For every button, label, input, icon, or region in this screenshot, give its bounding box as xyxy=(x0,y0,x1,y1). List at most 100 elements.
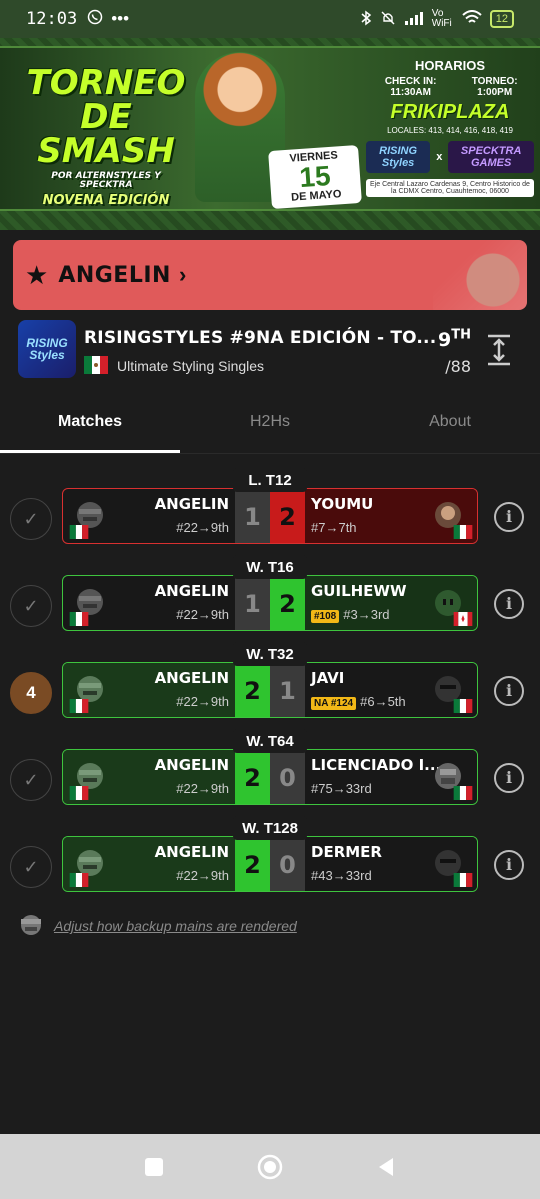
canada-flag-icon xyxy=(453,612,473,626)
player1-score: 2 xyxy=(235,750,270,804)
player1-name: ANGELIN xyxy=(154,582,229,600)
player2-name: JAVI xyxy=(311,669,345,687)
expand-icon[interactable] xyxy=(486,334,512,366)
match-info-icon[interactable]: i xyxy=(494,763,524,793)
match-card[interactable]: ANGELIN #22→9th 2 0 DERMER #43→33rd xyxy=(62,836,478,892)
mexico-flag-icon xyxy=(69,525,89,539)
clock: 12:03 xyxy=(26,9,78,29)
player2-score: 1 xyxy=(270,663,305,717)
tab-about[interactable]: About xyxy=(360,390,540,453)
bluetooth-icon xyxy=(360,10,372,29)
banner-schedule: HORARIOS CHECK IN: 11:30AM TORNEO: 1:00P… xyxy=(366,58,534,197)
mute-icon xyxy=(380,10,396,29)
player2-seed: #6→5th xyxy=(360,694,406,709)
match-row: W. T64 ✓ ANGELIN #22→9th 2 0 LICENCIADO … xyxy=(0,729,540,805)
match-card[interactable]: ANGELIN #22→9th 1 2 GUILHEWW #108 #3→3rd xyxy=(62,575,478,631)
player1-name: ANGELIN xyxy=(154,669,229,687)
banner-locales: LOCALES: 413, 414, 416, 418, 419 xyxy=(387,126,513,135)
player2-score: 0 xyxy=(270,750,305,804)
system-nav-bar xyxy=(0,1134,540,1199)
player1-seed: #22→9th xyxy=(176,868,229,883)
completed-check-icon: ✓ xyxy=(10,759,52,801)
banner-date: VIERNES 15 DE MAYO xyxy=(268,144,362,210)
match-info-icon[interactable]: i xyxy=(494,850,524,880)
event-name: Ultimate Styling Singles xyxy=(117,358,265,374)
ranking-tag: #108 xyxy=(311,610,340,623)
whatsapp-icon xyxy=(87,9,103,30)
signal-icon xyxy=(404,11,424,28)
risingstyles-logo: RISING Styles xyxy=(366,141,431,173)
player1-score: 1 xyxy=(235,576,270,630)
ranking-tag: NA #124 xyxy=(311,697,357,710)
character-head-icon xyxy=(21,915,41,935)
banner-checkin: CHECK IN: 11:30AM xyxy=(384,76,437,98)
match-row: W. T16 ✓ ANGELIN #22→9th 1 2 GUILHEWW #1… xyxy=(0,555,540,631)
vowifi-label: Vo WiFi xyxy=(431,8,452,29)
banner-title-block: TORNEO DE SMASH POR ALTERNSTYLES Y SPECK… xyxy=(26,66,186,207)
match-card[interactable]: ANGELIN #22→9th 2 0 LICENCIADO I... #75→… xyxy=(62,749,478,805)
player2-seed: #7→7th xyxy=(311,520,357,535)
tab-h2hs[interactable]: H2Hs xyxy=(180,390,360,453)
status-bar: 12:03 ••• Vo WiFi 12 xyxy=(0,0,540,38)
wifi-icon xyxy=(462,9,482,29)
mexico-flag-icon xyxy=(69,699,89,713)
backup-mains-setting: Adjust how backup mains are rendered xyxy=(18,912,297,940)
player2-seed: #43→33rd xyxy=(311,868,372,883)
battery-indicator: 12 xyxy=(489,10,514,28)
round-label: W. T64 xyxy=(233,729,307,753)
banner-edition: NOVENA EDICIÓN xyxy=(42,193,170,208)
tournament-logo: RISING Styles xyxy=(18,320,76,378)
player1-name: ANGELIN xyxy=(154,495,229,513)
player2-seed: #3→3rd xyxy=(343,607,390,622)
completed-check-icon: ✓ xyxy=(10,498,52,540)
adjust-backup-mains-link[interactable]: Adjust how backup mains are rendered xyxy=(54,918,297,934)
mexico-flag-icon xyxy=(69,786,89,800)
specktra-logo: SPECKTRA GAMES xyxy=(448,141,534,173)
banner-venue: FRIKIPLAZA xyxy=(390,101,510,123)
banner-schedule-title: HORARIOS xyxy=(414,58,486,73)
player2-name: DERMER xyxy=(311,843,382,861)
match-row: W. T32 4 ANGELIN #22→9th 2 1 JAVI NA #12… xyxy=(0,642,540,718)
player1-name: ANGELIN xyxy=(154,756,229,774)
more-notifications-icon: ••• xyxy=(111,9,130,28)
player1-score: 2 xyxy=(235,663,270,717)
completed-check-icon: ✓ xyxy=(10,846,52,888)
player2-name: YOUMU xyxy=(311,495,374,513)
tab-matches[interactable]: Matches xyxy=(0,390,180,453)
player2-score: 0 xyxy=(270,837,305,891)
match-info-icon[interactable]: i xyxy=(494,676,524,706)
tournament-banner[interactable]: TORNEO DE SMASH POR ALTERNSTYLES Y SPECK… xyxy=(0,38,540,230)
mexico-flag-icon xyxy=(69,873,89,887)
home-icon[interactable] xyxy=(257,1154,283,1180)
player-portrait xyxy=(433,240,527,310)
player1-seed: #22→9th xyxy=(176,781,229,796)
round-label: W. T16 xyxy=(233,555,307,579)
player2-name: LICENCIADO I... xyxy=(311,756,442,774)
player1-seed: #22→9th xyxy=(176,694,229,709)
banner-title: TORNEO DE SMASH xyxy=(26,63,186,171)
completed-check-icon: ✓ xyxy=(10,585,52,627)
placement: 9TH /88 xyxy=(438,328,471,376)
player-header[interactable]: ★ ANGELIN › xyxy=(13,240,527,310)
banner-x: x xyxy=(436,151,443,163)
mexico-flag-icon xyxy=(453,786,473,800)
banner-address: Eje Central Lazaro Cardenas 9, Centro Hi… xyxy=(366,179,534,197)
placement-value: 9 xyxy=(438,329,452,352)
match-count-badge: 4 xyxy=(10,672,52,714)
match-card[interactable]: ANGELIN #22→9th 2 1 JAVI NA #124 #6→5th xyxy=(62,662,478,718)
mexico-flag-icon xyxy=(69,612,89,626)
tab-bar: Matches H2Hs About xyxy=(0,390,540,454)
player-name: ANGELIN xyxy=(58,262,171,288)
banner-subtitle: POR ALTERNSTYLES Y SPECKTRA xyxy=(51,171,161,190)
match-info-icon[interactable]: i xyxy=(494,589,524,619)
recents-icon[interactable] xyxy=(143,1156,165,1178)
match-card[interactable]: ANGELIN #22→9th 1 2 YOUMU #7→7th xyxy=(62,488,478,544)
player1-seed: #22→9th xyxy=(176,607,229,622)
round-label: W. T128 xyxy=(233,816,307,840)
back-icon[interactable] xyxy=(375,1156,397,1178)
player2-seed: #75→33rd xyxy=(311,781,372,796)
player2-name: GUILHEWW xyxy=(311,582,407,600)
tournament-header: RISING Styles RISINGSTYLES #9NA EDICIÓN … xyxy=(0,318,540,388)
mexico-flag-icon xyxy=(453,699,473,713)
match-info-icon[interactable]: i xyxy=(494,502,524,532)
